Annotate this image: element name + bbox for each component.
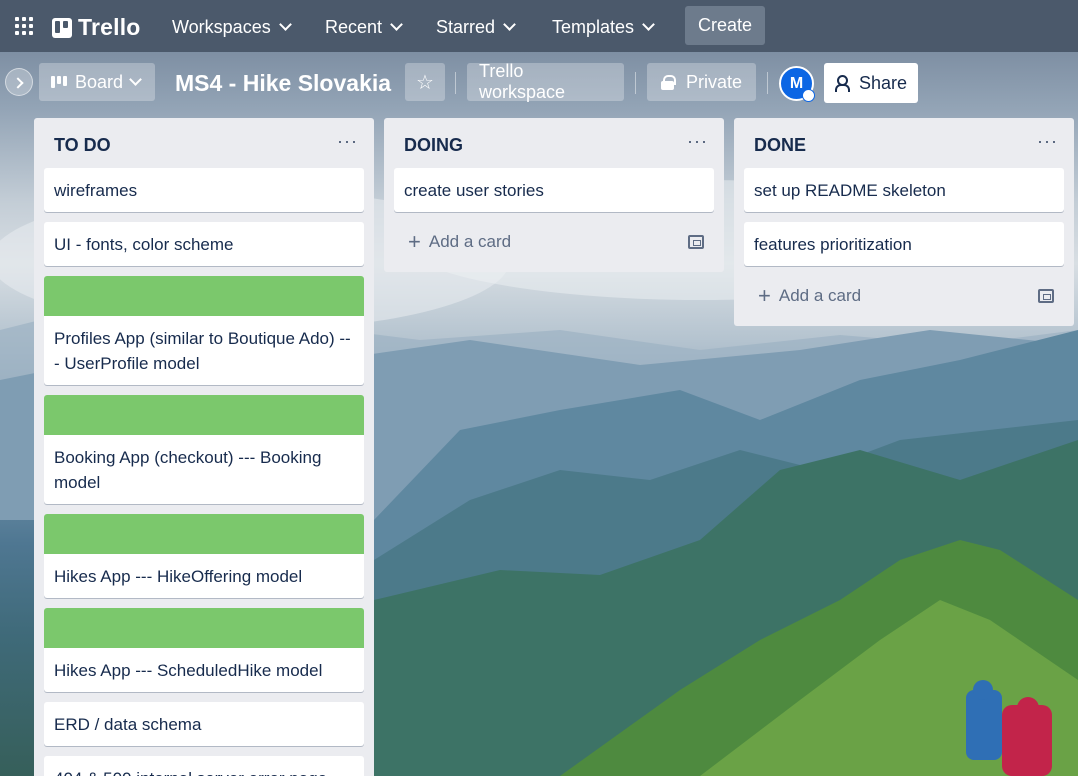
card-title: create user stories [404, 181, 544, 200]
card[interactable]: set up README skeleton [744, 168, 1064, 212]
trello-logo-icon [52, 17, 72, 38]
board-header: Board MS4 - Hike Slovakia ☆ Trello works… [0, 52, 1078, 114]
add-card-button[interactable]: + Add a card [744, 276, 1064, 316]
list-header: TO DO ··· [44, 118, 364, 168]
card[interactable]: create user stories [394, 168, 714, 212]
card[interactable]: wireframes [44, 168, 364, 212]
card[interactable]: Hikes App --- ScheduledHike model [44, 608, 364, 692]
share-label: Share [858, 72, 908, 93]
card-title: set up README skeleton [754, 181, 946, 200]
list-todo: TO DO ··· wireframes UI - fonts, color s… [34, 118, 374, 776]
sidebar-expand-icon[interactable] [5, 68, 33, 96]
chevron-down-icon [278, 18, 292, 31]
card[interactable]: features prioritization [744, 222, 1064, 266]
chevron-down-icon [642, 18, 655, 31]
divider [635, 72, 636, 94]
admin-badge-icon [802, 89, 815, 102]
nav-starred-label: Starred [436, 16, 496, 37]
card[interactable]: Hikes App --- HikeOffering model [44, 514, 364, 598]
add-person-icon [834, 75, 851, 92]
share-button[interactable]: Share [824, 63, 918, 103]
card-title: features prioritization [754, 235, 912, 254]
card[interactable]: Profiles App (similar to Boutique Ado) -… [44, 276, 364, 385]
chevron-down-icon [503, 18, 516, 31]
visibility-button[interactable]: Private [647, 63, 756, 101]
card-title: ERD / data schema [54, 715, 202, 734]
list-header: DONE ··· [744, 118, 1064, 168]
avatar[interactable]: M [779, 66, 815, 102]
nav-recent[interactable]: Recent [325, 13, 403, 41]
list-title[interactable]: DOING [404, 135, 463, 156]
list-header: DOING ··· [394, 118, 714, 168]
card[interactable]: Booking App (checkout) --- Booking model [44, 395, 364, 504]
board-title[interactable]: MS4 - Hike Slovakia [175, 70, 391, 97]
nav-workspaces[interactable]: Workspaces [172, 13, 292, 41]
chevron-down-icon [129, 73, 142, 86]
trello-logo[interactable]: Trello [52, 14, 141, 41]
logo-text: Trello [78, 14, 141, 40]
star-icon: ☆ [416, 71, 434, 94]
app-switcher-icon[interactable] [15, 17, 33, 35]
board-view-label: Board [75, 71, 124, 92]
more-icon[interactable]: ··· [1037, 131, 1058, 152]
create-button[interactable]: Create [685, 6, 765, 45]
card-title: UI - fonts, color scheme [54, 235, 234, 254]
board-view-switcher[interactable]: Board [39, 63, 155, 101]
card-template-icon[interactable] [1038, 289, 1054, 303]
list-title[interactable]: DONE [754, 135, 806, 156]
card-cover [44, 276, 364, 316]
star-board-button[interactable]: ☆ [405, 63, 445, 101]
top-nav: Trello Workspaces Recent Starred Templat… [0, 0, 1078, 52]
workspace-button[interactable]: Trello workspace [467, 61, 624, 102]
divider [767, 72, 768, 94]
list-title[interactable]: TO DO [54, 135, 111, 156]
nav-workspaces-label: Workspaces [172, 16, 271, 37]
divider [455, 72, 456, 94]
chevron-down-icon [390, 18, 403, 31]
visibility-label: Private [686, 71, 743, 92]
card-template-icon[interactable] [688, 235, 704, 249]
card-cover [44, 514, 364, 554]
add-card-label: Add a card [428, 232, 512, 251]
plus-icon: + [408, 229, 421, 254]
card-title: Hikes App --- ScheduledHike model [54, 661, 323, 680]
plus-icon: + [758, 283, 771, 308]
more-icon[interactable]: ··· [687, 131, 708, 152]
nav-templates-label: Templates [552, 16, 635, 37]
nav-starred[interactable]: Starred [436, 13, 516, 41]
card-title: Hikes App --- HikeOffering model [54, 567, 303, 586]
add-card-label: Add a card [778, 286, 862, 305]
card-title: Profiles App (similar to Boutique Ado) -… [54, 329, 351, 373]
nav-recent-label: Recent [325, 16, 383, 37]
workspace-label: Trello workspace [479, 61, 566, 102]
card-title: wireframes [54, 181, 138, 200]
card[interactable]: UI - fonts, color scheme [44, 222, 364, 266]
more-icon[interactable]: ··· [337, 131, 358, 152]
card-cover [44, 395, 364, 435]
card[interactable]: ERD / data schema [44, 702, 364, 746]
card-title: 404 & 500 internal server error page [44, 756, 364, 776]
list-doing: DOING ··· create user stories + Add a ca… [384, 118, 724, 272]
nav-templates[interactable]: Templates [552, 13, 655, 41]
avatar-initial: M [789, 74, 804, 92]
board-icon [51, 76, 67, 88]
card-title: Booking App (checkout) --- Booking model [54, 448, 322, 492]
card[interactable]: 404 & 500 internal server error page [44, 756, 364, 776]
add-card-button[interactable]: + Add a card [394, 222, 714, 262]
list-done: DONE ··· set up README skeleton features… [734, 118, 1074, 326]
card-cover [44, 608, 364, 648]
lock-icon [661, 75, 676, 90]
